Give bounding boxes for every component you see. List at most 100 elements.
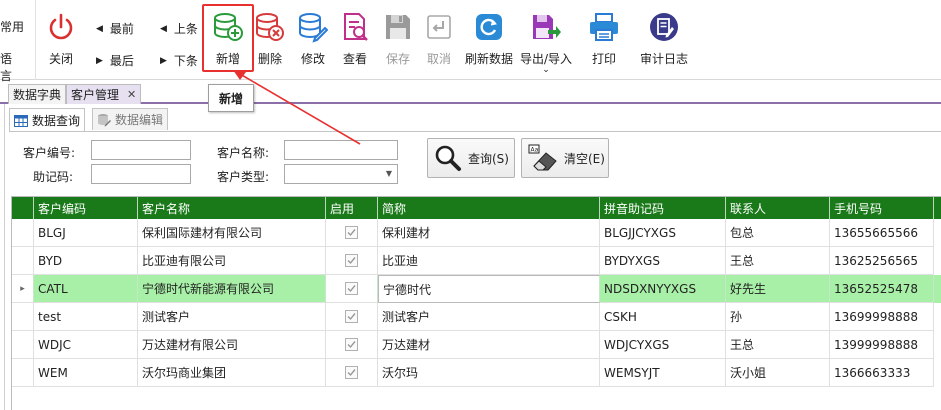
col-header-contact[interactable]: 联系人: [726, 197, 830, 219]
cell-phone[interactable]: 1366663333: [830, 359, 934, 387]
col-header-short-name[interactable]: 简称: [378, 197, 600, 219]
cell-code[interactable]: WDJC: [34, 331, 138, 359]
col-header-code[interactable]: 客户编码: [34, 197, 138, 219]
cell-enabled[interactable]: [326, 303, 378, 331]
cell-pinyin[interactable]: CSKH: [600, 303, 726, 331]
export-import-button[interactable]: 导出/导入 ⌄: [518, 4, 574, 75]
common-group-label[interactable]: 常用: [0, 18, 24, 35]
cell-pinyin[interactable]: NDSDXNYYXGS: [600, 275, 726, 303]
cell-contact[interactable]: 孙: [726, 303, 830, 331]
enabled-checkbox[interactable]: [345, 366, 358, 379]
row-indicator[interactable]: [12, 359, 34, 387]
cell-code[interactable]: WEM: [34, 359, 138, 387]
tab-customer-management[interactable]: 客户管理 ✕: [66, 84, 142, 104]
cell-name[interactable]: 万达建材有限公司: [138, 331, 326, 359]
customer-name-input[interactable]: [284, 140, 398, 160]
cell-short-name[interactable]: 沃尔玛: [378, 359, 600, 387]
col-header-name[interactable]: 客户名称: [138, 197, 326, 219]
cell-short-name[interactable]: 比亚迪: [378, 247, 600, 275]
cell-pinyin[interactable]: WEMSYJT: [600, 359, 726, 387]
table-row[interactable]: WDJC 万达建材有限公司 万达建材 WDJCYXGS 王总 13999998888: [12, 331, 941, 359]
next-record-button[interactable]: ▶ 下条: [160, 52, 198, 69]
export-import-icon: [529, 10, 563, 44]
customer-code-input[interactable]: [91, 140, 191, 160]
cell-phone[interactable]: 13699998888: [830, 303, 934, 331]
cell-code[interactable]: BLGJ: [34, 219, 138, 247]
close-tab-icon[interactable]: ✕: [127, 88, 136, 101]
cell-phone[interactable]: 13625256565: [830, 247, 934, 275]
tab-data-edit[interactable]: 数据编辑: [92, 108, 169, 130]
cell-phone[interactable]: 13655665566: [830, 219, 934, 247]
delete-button[interactable]: 删除: [254, 4, 286, 74]
enabled-checkbox[interactable]: [345, 310, 358, 323]
cell-phone-text: 13699998888: [834, 309, 918, 324]
cell-code[interactable]: CATL: [34, 275, 138, 303]
cell-enabled[interactable]: [326, 247, 378, 275]
last-record-button[interactable]: ▶ 最后: [96, 52, 134, 69]
row-indicator[interactable]: [12, 331, 34, 359]
mnemonic-input[interactable]: [91, 164, 191, 184]
customer-grid: 客户编码 客户名称 启用 简称 拼音助记码 联系人 手机号码 BLGJ 保利国际建…: [11, 196, 941, 410]
cell-code[interactable]: test: [34, 303, 138, 331]
row-indicator[interactable]: [12, 219, 34, 247]
view-button[interactable]: 查看: [338, 4, 372, 74]
tab-data-dictionary[interactable]: 数据字典: [8, 84, 67, 104]
table-row[interactable]: test 测试客户 测试客户 CSKH 孙 13699998888: [12, 303, 941, 331]
cell-pinyin[interactable]: BYDYXGS: [600, 247, 726, 275]
refresh-button[interactable]: 刷新数据: [462, 4, 516, 74]
audit-log-button[interactable]: 审计日志: [638, 4, 690, 74]
clear-button[interactable]: Aa 清空(E): [521, 138, 609, 178]
cell-enabled[interactable]: [326, 359, 378, 387]
edit-button[interactable]: 修改: [296, 4, 330, 74]
cell-contact[interactable]: 包总: [726, 219, 830, 247]
col-header-pinyin[interactable]: 拼音助记码: [600, 197, 726, 219]
cell-phone[interactable]: 13652525478: [830, 275, 934, 303]
row-indicator[interactable]: [12, 303, 34, 331]
cell-short-name[interactable]: 测试客户: [378, 303, 600, 331]
print-button[interactable]: 打印: [586, 4, 622, 74]
add-button[interactable]: 新增: [208, 4, 248, 74]
query-button[interactable]: 查询(S): [427, 138, 515, 178]
cell-pinyin[interactable]: BLGJJCYXGS: [600, 219, 726, 247]
customer-type-select[interactable]: ▼: [284, 164, 398, 184]
cell-name[interactable]: 宁德时代新能源有限公司: [138, 275, 326, 303]
close-button[interactable]: 关闭: [42, 4, 80, 74]
cell-contact[interactable]: 沃小姐: [726, 359, 830, 387]
cell-phone-text: 13655665566: [834, 225, 918, 240]
enabled-checkbox[interactable]: [345, 254, 358, 267]
cell-pinyin[interactable]: WDJCYXGS: [600, 331, 726, 359]
cell-enabled[interactable]: [326, 275, 378, 303]
table-row[interactable]: BLGJ 保利国际建材有限公司 保利建材 BLGJJCYXGS 包总 1365566556…: [12, 219, 941, 247]
cell-name[interactable]: 沃尔玛商业集团: [138, 359, 326, 387]
cell-contact[interactable]: 王总: [726, 247, 830, 275]
cell-enabled[interactable]: [326, 219, 378, 247]
current-row-icon: ▸: [20, 283, 25, 294]
cancel-button[interactable]: 取消: [422, 4, 456, 74]
cell-phone[interactable]: 13999998888: [830, 331, 934, 359]
cell-name[interactable]: 比亚迪有限公司: [138, 247, 326, 275]
row-indicator[interactable]: [12, 247, 34, 275]
cell-code[interactable]: BYD: [34, 247, 138, 275]
table-row[interactable]: BYD 比亚迪有限公司 比亚迪 BYDYXGS 王总 13625256565: [12, 247, 941, 275]
cell-name[interactable]: 保利国际建材有限公司: [138, 219, 326, 247]
cell-contact[interactable]: 好先生: [726, 275, 830, 303]
cell-name[interactable]: 测试客户: [138, 303, 326, 331]
col-header-phone[interactable]: 手机号码: [830, 197, 934, 219]
table-row[interactable]: ▸ CATL 宁德时代新能源有限公司 宁德时代 NDSDXNYYXGS 好先生 136525…: [12, 275, 941, 303]
save-button[interactable]: 保存: [382, 4, 414, 74]
cell-short-name[interactable]: 保利建材: [378, 219, 600, 247]
enabled-checkbox[interactable]: [345, 338, 358, 351]
cell-short-name[interactable]: 万达建材: [378, 331, 600, 359]
col-header-enabled[interactable]: 启用: [326, 197, 378, 219]
database-add-icon: [211, 10, 245, 44]
row-indicator[interactable]: ▸: [12, 275, 34, 303]
enabled-checkbox[interactable]: [345, 282, 358, 295]
cell-enabled[interactable]: [326, 331, 378, 359]
enabled-checkbox[interactable]: [345, 226, 358, 239]
first-record-button[interactable]: ◀ 最前: [96, 20, 134, 37]
cell-short-name[interactable]: 宁德时代: [378, 275, 600, 303]
tab-data-query[interactable]: 数据查询: [9, 108, 86, 132]
prev-record-button[interactable]: ◀ 上条: [160, 20, 198, 37]
cell-contact[interactable]: 王总: [726, 331, 830, 359]
table-row[interactable]: WEM 沃尔玛商业集团 沃尔玛 WEMSYJT 沃小姐 1366663333: [12, 359, 941, 387]
